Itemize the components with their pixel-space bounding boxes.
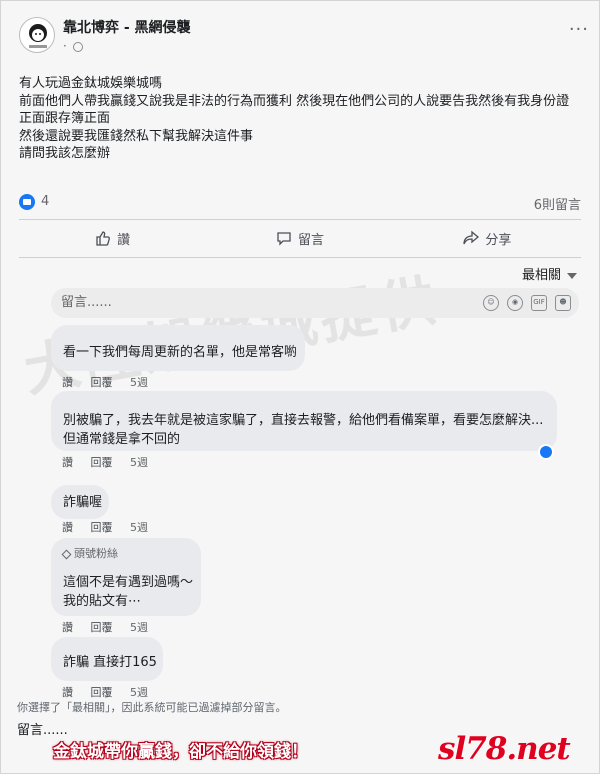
comment-bubble: 詐騙喔 [51,485,109,519]
post-text-line: 正面跟存簿正面 [19,111,111,126]
comment-text: 這個不是有遇到過嗎～ [63,575,194,590]
comment-reply-link[interactable]: 回覆 [91,621,113,634]
comment-timestamp[interactable]: 5週 [130,376,148,389]
share-arrow-icon [463,230,480,245]
post-text-line: 請問我該怎麼辦 [19,146,111,161]
like-label: 讚 [117,232,131,248]
promo-caption: 金鈦城帶你贏錢，卻不給你領錢！ [53,742,308,762]
comment-like-link[interactable]: 讚 [62,686,73,699]
comment-text: 別被騙了，我去年就是被這家騙了，直接去報警，給他們看備案單，看要怎麼解決... [63,413,544,428]
thumbs-up-icon [96,231,111,246]
post-header: 靠北博弈 - 黑網侵襲 · ··· [19,13,589,65]
post-card: 大陸娛樂城提供 靠北博弈 - 黑網侵襲 · ··· 有人玩過金鈦城娛樂城嗎 前面… [0,0,600,774]
comment-actions: 讚 回覆 5週 [62,454,162,470]
meta-separator: · [63,39,67,53]
divider [19,257,581,258]
comment-bubble: 詐騙 直接打165 [51,637,163,681]
sort-label: 最相關 [521,268,561,283]
promo-site-logo: sl78.net [438,731,571,767]
more-options-button[interactable]: ··· [569,19,589,40]
comment-reply-link[interactable]: 回覆 [91,686,113,699]
comment-actions: 讚 回覆 5週 [62,684,162,700]
diamond-icon [61,549,72,559]
camera-icon[interactable]: ◉ [507,295,523,311]
comment-bubble: 頭號粉絲 這個不是有遇到過嗎～ 我的貼文有⋯ [51,538,201,616]
sticker-icon[interactable]: ☻ [555,295,571,311]
reaction-summary: 4 6則留言 [19,193,581,213]
post-meta: · [63,39,83,53]
globe-icon [72,41,83,52]
share-button[interactable]: 分享 [394,223,581,253]
reaction-count[interactable]: 4 [41,194,49,209]
comment-bubble-icon [277,232,291,246]
comment-count-link[interactable]: 6則留言 [534,194,581,213]
comment-actions: 讚 回覆 5週 [62,619,162,635]
comment-bubble: 看一下我們每周更新的名單，他是常客喲 [51,325,305,371]
comment-like-reaction-icon[interactable] [538,444,554,460]
comment-like-link[interactable]: 讚 [62,456,73,469]
comment-timestamp[interactable]: 5週 [130,521,148,534]
reply-input-placeholder[interactable]: 留言...... [17,719,68,738]
comment-text: 看一下我們每周更新的名單，他是常客喲 [63,345,298,360]
comment-tools: ☺ ◉ GIF ☻ [483,295,571,311]
comment-timestamp[interactable]: 5週 [130,621,148,634]
comment-timestamp[interactable]: 5週 [130,456,148,469]
comment-input[interactable]: 留言...... ☺ ◉ GIF ☻ [51,288,579,318]
comment-sort-dropdown[interactable]: 最相關 [522,264,577,283]
filter-note: 你選擇了「最相關」，因此系統可能已過濾掉部分留言。 [17,701,287,714]
top-fan-label: 頭號粉絲 [74,547,118,560]
comment-text: 我的貼文有⋯ [63,594,142,609]
post-text-line: 有人玩過金鈦城娛樂城嗎 [19,76,163,91]
comment-bubble: 別被騙了，我去年就是被這家騙了，直接去報警，給他們看備案單，看要怎麼解決... … [51,391,557,451]
group-avatar[interactable] [19,17,55,53]
post-body: 有人玩過金鈦城娛樂城嗎 前面他們人帶我贏錢又說我是非法的行為而獲利 然後現在他們… [19,75,589,163]
comment-reply-link[interactable]: 回覆 [91,521,113,534]
comment-like-link[interactable]: 讚 [62,376,73,389]
comment-reply-link[interactable]: 回覆 [91,456,113,469]
comment-reply-link[interactable]: 回覆 [91,376,113,389]
share-label: 分享 [485,232,512,248]
comment-actions: 讚 回覆 5週 [62,374,162,390]
comment-input-placeholder: 留言...... [61,295,112,310]
top-fan-badge: 頭號粉絲 [61,544,189,563]
comment-text: 詐騙 直接打165 [63,655,157,670]
comment-timestamp[interactable]: 5週 [130,686,148,699]
post-actions-bar: 讚 留言 分享 [19,223,581,253]
comment-like-link[interactable]: 讚 [62,621,73,634]
post-text-line: 前面他們人帶我贏錢又說我是非法的行為而獲利 然後現在他們公司的人說要告我然後有我… [19,93,570,109]
comment-button[interactable]: 留言 [206,223,393,253]
comment-label: 留言 [297,232,324,248]
emoji-icon[interactable]: ☺ [483,295,499,311]
post-text-line: 然後還說要我匯錢然私下幫我解決這件事 [19,128,254,144]
like-reaction-icon[interactable] [19,194,35,210]
divider [19,219,581,220]
comment-like-link[interactable]: 讚 [62,521,73,534]
comment-text: 詐騙喔 [63,495,103,510]
comment-text: 但通常錢是拿不回的 [63,432,181,447]
gif-icon[interactable]: GIF [531,295,547,311]
group-name-link[interactable]: 靠北博弈 - 黑網侵襲 [63,17,191,37]
like-button[interactable]: 讚 [19,223,206,253]
comment-actions: 讚 回覆 5週 [62,519,162,535]
caret-down-icon [567,272,577,279]
